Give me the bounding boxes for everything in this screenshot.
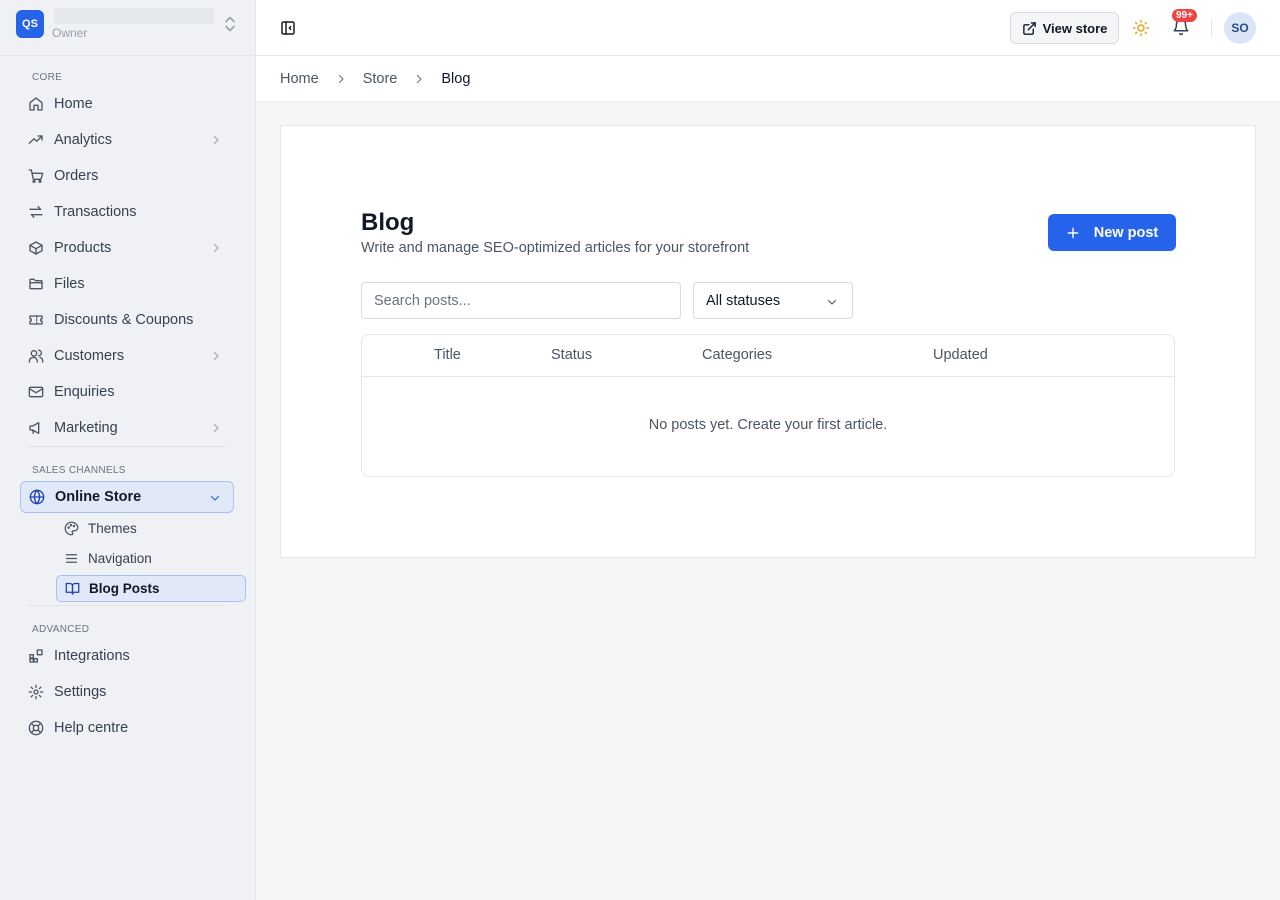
trending-up-icon xyxy=(28,132,44,148)
palette-icon xyxy=(64,521,79,536)
blog-card: Blog Write and manage SEO-optimized arti… xyxy=(280,125,1256,558)
cart-icon xyxy=(28,168,44,184)
sidebar-item-files[interactable]: Files xyxy=(20,269,234,299)
sidebar-item-analytics[interactable]: Analytics xyxy=(20,125,234,155)
chevrons-up-down-icon[interactable] xyxy=(223,15,237,33)
sidebar-item-home[interactable]: Home xyxy=(20,89,234,119)
sidebar-item-label: Home xyxy=(54,96,93,112)
swap-icon xyxy=(28,204,44,220)
table-header: Title Status Categories Updated xyxy=(362,335,1174,377)
chevron-right-icon xyxy=(210,242,222,254)
globe-icon xyxy=(29,489,45,505)
blocks-icon xyxy=(28,648,44,664)
box-icon xyxy=(28,240,44,256)
theme-toggle-sun-icon[interactable] xyxy=(1132,19,1150,37)
sidebar-item-enquiries[interactable]: Enquiries xyxy=(20,377,234,407)
sidebar-item-integrations[interactable]: Integrations xyxy=(20,641,234,671)
sidebar-item-label: Orders xyxy=(54,168,99,184)
avatar[interactable]: SO xyxy=(1224,12,1256,44)
breadcrumb: Home Store Blog xyxy=(256,56,1280,102)
sidebar-divider xyxy=(28,446,226,447)
sidebar-item-customers[interactable]: Customers xyxy=(20,341,234,371)
page-title: Blog xyxy=(361,209,415,236)
folder-icon xyxy=(28,276,44,292)
sidebar-item-label: Integrations xyxy=(54,648,130,664)
sidebar-item-label: Online Store xyxy=(55,489,142,505)
workspace-role: Owner xyxy=(52,26,88,40)
sidebar-subitem-label: Navigation xyxy=(88,551,152,566)
sidebar-subitem-navigation[interactable]: Navigation xyxy=(56,545,246,572)
sidebar-item-online-store[interactable]: Online Store xyxy=(20,481,234,513)
search-input[interactable] xyxy=(361,282,681,319)
workspace-logo: QS xyxy=(16,10,44,38)
workspace-name-redacted xyxy=(54,8,214,24)
users-icon xyxy=(28,348,44,364)
sidebar-item-marketing[interactable]: Marketing xyxy=(20,413,234,443)
sidebar-item-label: Products xyxy=(54,240,112,256)
sidebar-item-label: Customers xyxy=(54,348,125,364)
chevron-right-icon xyxy=(335,73,347,85)
column-header-categories[interactable]: Categories xyxy=(702,347,772,363)
empty-state-message: No posts yet. Create your first article. xyxy=(648,417,888,433)
sidebar-item-transactions[interactable]: Transactions xyxy=(20,197,234,227)
chevron-down-icon xyxy=(826,296,838,308)
sidebar-item-label: Help centre xyxy=(54,720,129,736)
page-subtitle: Write and manage SEO-optimized articles … xyxy=(361,240,750,256)
breadcrumb-home[interactable]: Home xyxy=(280,71,319,87)
chevron-right-icon xyxy=(413,73,425,85)
status-filter-value: All statuses xyxy=(706,292,781,309)
new-post-button[interactable]: New post xyxy=(1048,214,1176,251)
chevron-down-icon xyxy=(209,492,221,504)
sidebar-item-label: Files xyxy=(54,276,85,292)
sidebar-item-discounts[interactable]: Discounts & Coupons xyxy=(20,305,234,335)
chevron-right-icon xyxy=(210,350,222,362)
new-post-label: New post xyxy=(1093,224,1159,241)
lifebuoy-icon xyxy=(28,720,44,736)
section-label-core: CORE xyxy=(32,72,63,83)
workspace-switcher[interactable]: QS Owner xyxy=(0,0,256,56)
external-link-icon xyxy=(1022,21,1037,36)
column-header-updated[interactable]: Updated xyxy=(933,347,988,363)
book-icon xyxy=(65,581,80,596)
gear-icon xyxy=(28,684,44,700)
sidebar-item-label: Marketing xyxy=(54,420,118,436)
breadcrumb-store[interactable]: Store xyxy=(363,71,398,87)
status-filter-select[interactable]: All statuses xyxy=(693,282,853,319)
sidebar-item-label: Enquiries xyxy=(54,384,115,400)
sidebar-item-label: Analytics xyxy=(54,132,113,148)
ticket-icon xyxy=(28,312,44,328)
sidebar-item-settings[interactable]: Settings xyxy=(20,677,234,707)
sidebar-item-label: Settings xyxy=(54,684,107,700)
sidebar-item-label: Discounts & Coupons xyxy=(54,312,194,328)
sidebar-item-products[interactable]: Products xyxy=(20,233,234,263)
menu-icon xyxy=(64,551,79,566)
sidebar-item-label: Transactions xyxy=(54,204,137,220)
sidebar-toggle-icon[interactable] xyxy=(280,20,296,36)
topbar: View store 99+ SO xyxy=(256,0,1280,56)
topbar-divider xyxy=(1211,18,1212,38)
view-store-button[interactable]: View store xyxy=(1010,12,1119,44)
notification-badge: 99+ xyxy=(1172,9,1197,22)
posts-table: Title Status Categories Updated No posts… xyxy=(361,334,1175,477)
sidebar-divider xyxy=(28,605,226,606)
megaphone-icon xyxy=(28,420,44,436)
section-label-sales-channels: SALES CHANNELS xyxy=(32,465,126,476)
sidebar-subitem-themes[interactable]: Themes xyxy=(56,515,246,542)
view-store-label: View store xyxy=(1042,20,1108,36)
plus-icon xyxy=(1066,226,1080,240)
sidebar-subitem-blog-posts[interactable]: Blog Posts xyxy=(56,575,246,602)
sidebar-subitem-label: Blog Posts xyxy=(89,581,160,596)
chevron-right-icon xyxy=(210,134,222,146)
section-label-advanced: ADVANCED xyxy=(32,624,90,635)
home-icon xyxy=(28,96,44,112)
column-header-status[interactable]: Status xyxy=(551,347,592,363)
sidebar-subitem-label: Themes xyxy=(88,521,137,536)
column-header-title[interactable]: Title xyxy=(434,347,461,363)
sidebar-item-orders[interactable]: Orders xyxy=(20,161,234,191)
chevron-right-icon xyxy=(210,422,222,434)
sidebar: QS Owner CORE Home Analytics Orders Tran… xyxy=(0,0,256,900)
sidebar-item-help-centre[interactable]: Help centre xyxy=(20,713,234,743)
mail-icon xyxy=(28,384,44,400)
breadcrumb-current: Blog xyxy=(441,70,471,87)
